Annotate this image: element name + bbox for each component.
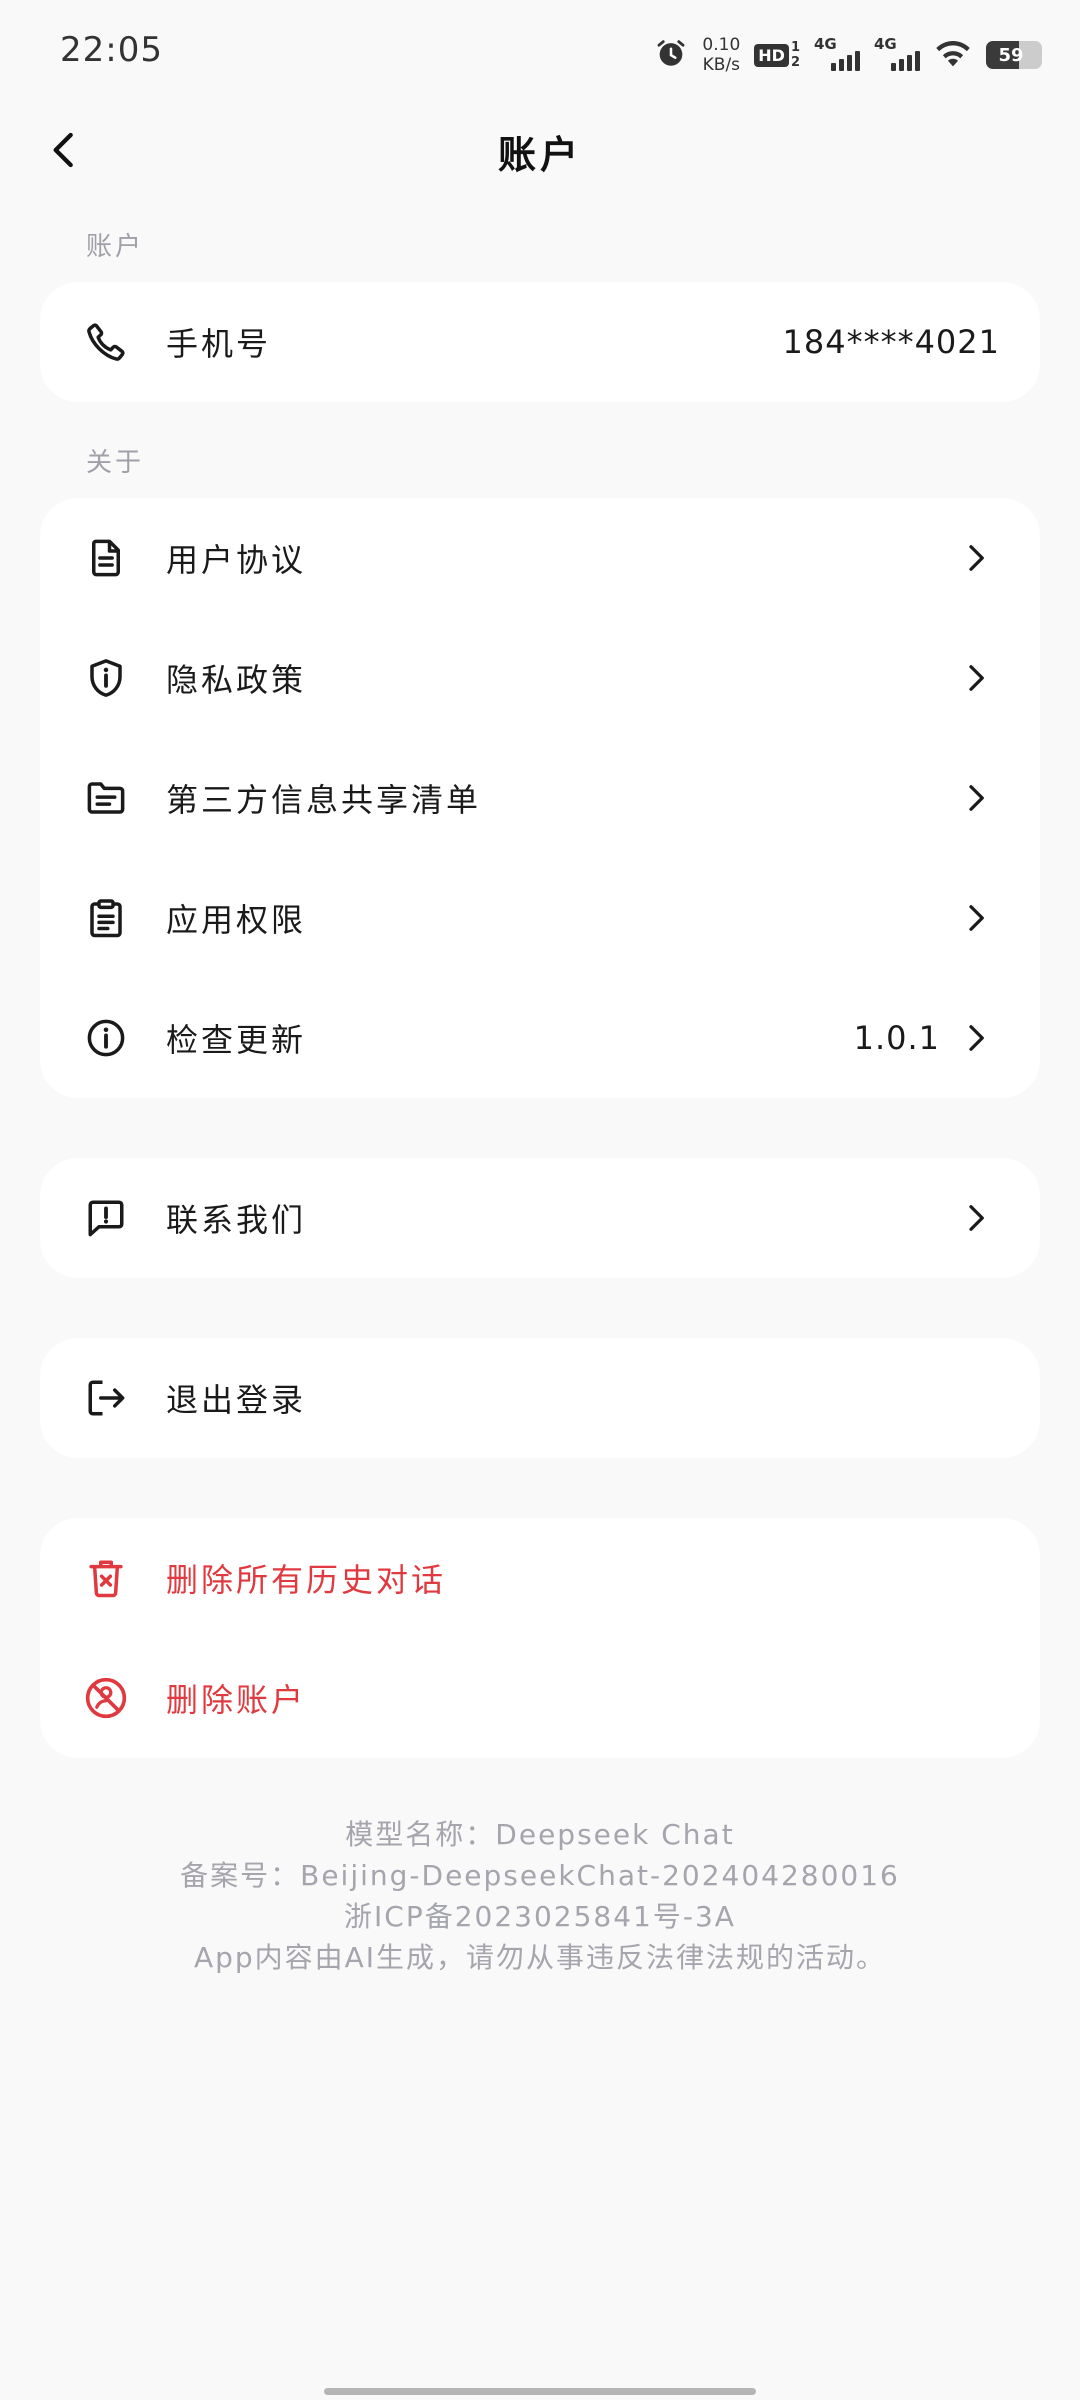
- net-speed: 0.10 KB/s: [702, 35, 740, 75]
- hd-top: 1: [790, 40, 800, 55]
- logout-card: 退出登录: [40, 1338, 1040, 1458]
- contact-us-label: 联系我们: [166, 1201, 307, 1239]
- logout-row[interactable]: 退出登录: [40, 1338, 1040, 1458]
- third-party-sharing-row[interactable]: 第三方信息共享清单: [40, 738, 1040, 858]
- chevron-right-icon: [956, 538, 996, 578]
- delete-account-row[interactable]: 删除账户: [40, 1638, 1040, 1758]
- delete-history-row[interactable]: 删除所有历史对话: [40, 1518, 1040, 1638]
- alarm-icon: [654, 36, 688, 74]
- feedback-icon: [84, 1196, 128, 1240]
- account-card: 手机号 184****4021: [40, 282, 1040, 402]
- net-speed-unit: KB/s: [702, 55, 741, 75]
- contact-card: 联系我们: [40, 1158, 1040, 1278]
- app-permissions-label: 应用权限: [166, 901, 307, 939]
- footer-filing-number: 备案号：Beijing-DeepseekChat-202404280016: [180, 1859, 900, 1892]
- info-icon: [84, 1016, 128, 1060]
- check-update-row[interactable]: 检查更新 1.0.1: [40, 978, 1040, 1098]
- trash-icon: [84, 1556, 128, 1600]
- status-bar: 22:05 0.10 KB/s HD 1 2 4G 4G 59: [0, 0, 1080, 108]
- net-speed-value: 0.10: [702, 35, 741, 55]
- phone-label: 手机号: [166, 325, 272, 363]
- check-update-label: 检查更新: [166, 1021, 307, 1059]
- app-permissions-row[interactable]: 应用权限: [40, 858, 1040, 978]
- user-agreement-label: 用户协议: [166, 541, 307, 579]
- section-label-account: 账户: [86, 232, 145, 262]
- privacy-policy-label: 隐私政策: [166, 661, 307, 699]
- chevron-right-icon: [956, 658, 996, 698]
- logout-icon: [84, 1376, 128, 1420]
- status-time: 22:05: [60, 30, 163, 70]
- header: 账户: [0, 108, 1080, 194]
- logout-label: 退出登录: [166, 1381, 307, 1419]
- danger-card: 删除所有历史对话 删除账户: [40, 1518, 1040, 1758]
- home-indicator[interactable]: [324, 2388, 756, 2395]
- delete-account-label: 删除账户: [166, 1681, 307, 1719]
- privacy-policy-row[interactable]: 隐私政策: [40, 618, 1040, 738]
- signal-sim2-icon: 4G: [874, 35, 920, 75]
- chevron-right-icon: [956, 898, 996, 938]
- app-version: 1.0.1: [853, 1019, 940, 1057]
- clipboard-icon: [84, 896, 128, 940]
- contact-us-row[interactable]: 联系我们: [40, 1158, 1040, 1278]
- document-icon: [84, 536, 128, 580]
- wifi-icon: [934, 38, 972, 72]
- footer-info: 模型名称：Deepseek Chat 备案号：Beijing-DeepseekC…: [0, 1814, 1080, 1978]
- phone-icon: [84, 320, 128, 364]
- shield-info-icon: [84, 656, 128, 700]
- delete-history-label: 删除所有历史对话: [166, 1561, 447, 1599]
- hd-label: HD: [754, 43, 789, 67]
- battery-icon: 59: [986, 41, 1042, 69]
- footer-icp: 浙ICP备2023025841号-3A: [344, 1900, 736, 1933]
- phone-row[interactable]: 手机号 184****4021: [40, 282, 1040, 402]
- phone-value: 184****4021: [782, 323, 1000, 361]
- page-title: 账户: [497, 132, 582, 177]
- chevron-right-icon: [956, 1018, 996, 1058]
- folder-list-icon: [84, 776, 128, 820]
- footer-model-name: 模型名称：Deepseek Chat: [345, 1818, 735, 1851]
- battery-level: 59: [998, 44, 1024, 66]
- hd-bottom: 2: [790, 55, 800, 70]
- user-agreement-row[interactable]: 用户协议: [40, 498, 1040, 618]
- about-card: 用户协议 隐私政策 第三方信息共享清单 应用权限 检查更新 1.0.1: [40, 498, 1040, 1098]
- footer-disclaimer: App内容由AI生成，请勿从事违反法律法规的活动。: [193, 1941, 887, 1974]
- status-icons: 0.10 KB/s HD 1 2 4G 4G 59: [654, 30, 1042, 80]
- block-user-icon: [84, 1676, 128, 1720]
- third-party-sharing-label: 第三方信息共享清单: [166, 781, 482, 819]
- section-label-about: 关于: [86, 448, 145, 478]
- hd-voice-icon: HD 1 2: [754, 40, 800, 70]
- chevron-right-icon: [956, 1198, 996, 1238]
- chevron-right-icon: [956, 778, 996, 818]
- signal-sim1-icon: 4G: [814, 35, 860, 75]
